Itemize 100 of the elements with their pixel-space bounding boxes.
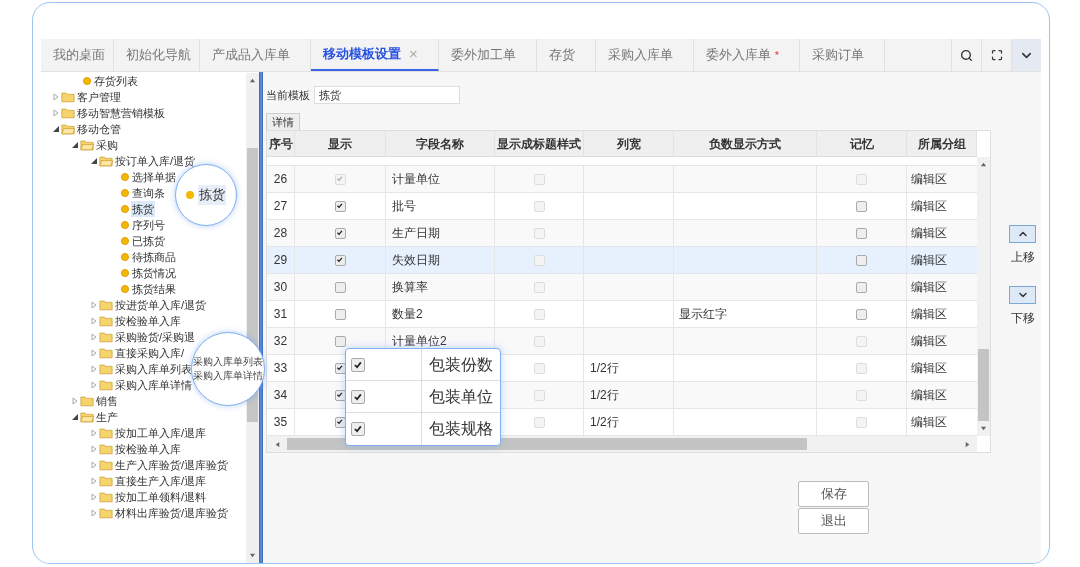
table-row[interactable]: 27 批号 编辑区 — [267, 193, 977, 220]
tree-item[interactable]: 生产 — [95, 408, 119, 426]
checkbox[interactable] — [334, 335, 346, 347]
tree-item[interactable]: 按加工单入库/退库 — [114, 424, 208, 442]
table-row[interactable]: 29 失效日期 编辑区 — [267, 247, 977, 274]
checkbox[interactable] — [856, 227, 867, 239]
checkbox[interactable] — [334, 227, 346, 239]
action-button[interactable]: 退出 — [798, 508, 869, 534]
tree-item[interactable]: 按订单入库/退货 — [114, 152, 197, 170]
tree-item[interactable]: 直接生产入库/退库 — [114, 472, 208, 490]
checkbox[interactable] — [856, 281, 867, 293]
folder-icon — [99, 475, 113, 487]
table-row[interactable]: 28 生产日期 编辑区 — [267, 220, 977, 247]
collapse-arrow-icon[interactable] — [71, 141, 79, 149]
scroll-up-arrow-icon[interactable] — [249, 77, 256, 84]
tree-item[interactable]: 采购 — [95, 136, 119, 154]
scroll-down-arrow-icon[interactable] — [249, 552, 256, 559]
table-row[interactable]: 30 换算率 编辑区 — [267, 274, 977, 301]
checkbox[interactable] — [334, 281, 346, 293]
checkbox[interactable] — [351, 389, 365, 404]
expand-arrow-icon[interactable] — [90, 477, 98, 485]
tree-item[interactable]: 采购入库单详情 — [114, 376, 193, 394]
tree-item[interactable]: 拣货情况 — [131, 264, 177, 282]
action-button[interactable]: 保存 — [798, 481, 869, 507]
checkbox[interactable] — [856, 200, 867, 212]
expand-arrow-icon[interactable] — [90, 301, 98, 309]
tree-item[interactable]: 采购入库单列表 — [114, 360, 193, 378]
tree-item[interactable]: 按加工单领料/退料 — [114, 488, 208, 506]
checkbox[interactable] — [351, 422, 365, 436]
tree-item[interactable]: 拣货 — [131, 200, 155, 218]
expand-arrow-icon[interactable] — [90, 493, 98, 501]
expand-arrow-icon[interactable] — [90, 365, 98, 373]
tree-item[interactable]: 销售 — [95, 392, 119, 410]
expand-arrow-icon[interactable] — [90, 333, 98, 341]
checkbox[interactable] — [856, 254, 867, 266]
scroll-down-arrow-icon[interactable] — [980, 425, 987, 432]
collapse-arrow-icon[interactable] — [71, 413, 79, 421]
tree-item[interactable]: 按检验单入库 — [114, 312, 182, 330]
checkbox[interactable] — [856, 308, 867, 320]
tab[interactable]: 初始化导航 — [114, 39, 200, 71]
tree-item[interactable]: 移动仓管 — [76, 120, 122, 138]
table-cell-text: 编辑区 — [911, 306, 947, 323]
tree-item[interactable]: 序列号 — [131, 216, 166, 234]
tree-item[interactable]: 采购验货/采购退 — [114, 328, 197, 346]
table-cell: 35 — [267, 409, 295, 435]
expand-arrow-icon[interactable] — [90, 445, 98, 453]
dropdown-icon[interactable] — [1011, 39, 1041, 71]
table-row[interactable]: 32 计量单位2 编辑区 — [267, 328, 977, 355]
scroll-left-arrow-icon[interactable] — [273, 440, 281, 448]
expand-arrow-icon[interactable] — [52, 109, 60, 117]
expand-arrow-icon[interactable] — [90, 509, 98, 517]
tab[interactable]: 委外入库单 * — [693, 39, 801, 71]
tree-item[interactable]: 已拣货 — [131, 232, 166, 250]
checkbox[interactable] — [351, 357, 365, 372]
open-folder-icon — [80, 411, 94, 423]
collapse-arrow-icon[interactable] — [52, 125, 60, 133]
tab[interactable]: 产成品入库单 — [200, 39, 311, 71]
scroll-up-arrow-icon[interactable] — [980, 161, 987, 168]
tab[interactable]: 详情 — [266, 113, 300, 130]
expand-arrow-icon[interactable] — [71, 397, 79, 405]
tree-item[interactable]: 按检验单入库 — [114, 440, 182, 458]
checkbox[interactable] — [334, 308, 346, 320]
tree-item[interactable]: 生产入库验货/退库验货 — [114, 456, 230, 474]
tree-item[interactable]: 直接采购入库/ — [114, 344, 186, 362]
tree-item[interactable]: 拣货结果 — [131, 280, 177, 298]
tab[interactable]: 委外加工单 — [438, 39, 537, 71]
tree-item[interactable]: 移动智慧营销模板 — [76, 104, 166, 122]
move-down-button[interactable]: 下移 — [1009, 286, 1036, 327]
tree-item[interactable]: 客户管理 — [76, 88, 122, 106]
table-cell-text: 数量2 — [392, 306, 423, 323]
scroll-right-arrow-icon[interactable] — [963, 440, 971, 448]
table-row[interactable]: 31 数量2 显示红字 编辑区 — [267, 301, 977, 328]
folder-icon — [99, 427, 113, 439]
expand-arrow-icon[interactable] — [90, 429, 98, 437]
move-up-button[interactable]: 上移 — [1009, 225, 1036, 266]
vertical-scrollbar[interactable] — [977, 157, 990, 436]
tab[interactable]: 我的桌面 — [41, 39, 114, 71]
tree-item[interactable]: 查询条 — [131, 184, 166, 202]
scrollbar-thumb[interactable] — [978, 349, 989, 421]
tree-item[interactable]: 材料出库验货/退库验货 — [114, 504, 230, 522]
tree-item[interactable]: 按进货单入库/退货 — [114, 296, 208, 314]
expand-arrow-icon[interactable] — [90, 381, 98, 389]
checkbox[interactable] — [334, 254, 346, 266]
template-field[interactable]: 拣货 — [314, 86, 460, 104]
tree-item[interactable]: 待拣商品 — [131, 248, 177, 266]
expand-arrow-icon[interactable] — [90, 461, 98, 469]
open-folder-icon — [99, 155, 113, 167]
tab[interactable]: 存货 — [536, 39, 596, 71]
tab[interactable]: 采购入库单 — [595, 39, 694, 71]
tick-icon — [336, 391, 344, 399]
tab[interactable]: 采购订单 — [800, 39, 886, 71]
expand-arrow-icon[interactable] — [90, 317, 98, 325]
table-cell-text: 编辑区 — [911, 225, 947, 242]
tree-item[interactable]: 存货列表 — [93, 73, 139, 90]
collapse-arrow-icon[interactable] — [90, 157, 98, 165]
expand-arrow-icon[interactable] — [52, 93, 60, 101]
magnified-field-name: 包装单位 — [428, 386, 494, 407]
expand-arrow-icon[interactable] — [90, 349, 98, 357]
tree-item[interactable]: 选择单据 — [131, 168, 177, 186]
checkbox[interactable] — [334, 200, 346, 212]
